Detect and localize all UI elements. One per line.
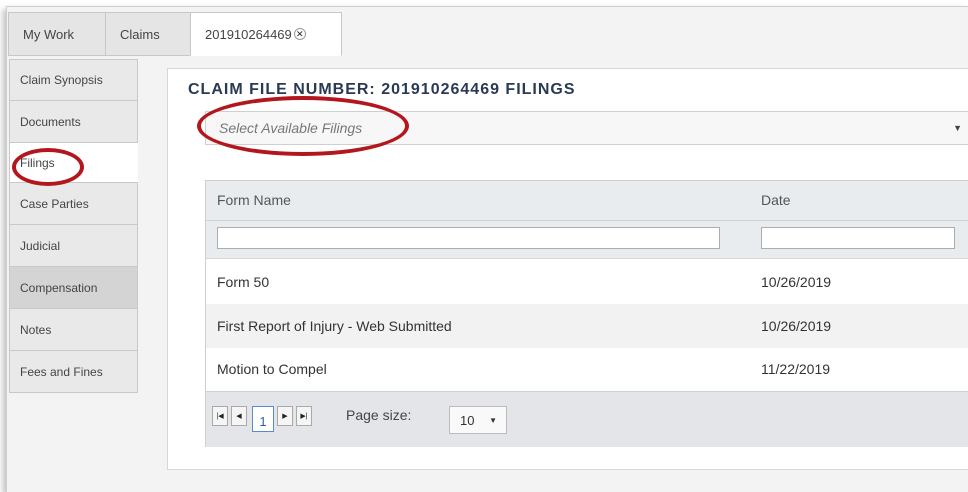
tab-my-work[interactable]: My Work [8,12,106,56]
column-header-date[interactable]: Date [761,192,791,208]
cell-date: 11/22/2019 [761,361,831,377]
form-name-filter-input[interactable] [217,227,720,249]
first-page-icon[interactable]: |◀ [212,406,228,426]
filter-row [206,221,968,259]
dropdown-placeholder: Select Available Filings [219,120,363,136]
date-filter-input[interactable] [761,227,955,249]
filings-grid: Form Name Date Form 50 10/26/2019 First … [205,180,968,447]
column-header-form-name[interactable]: Form Name [217,192,291,208]
sidebar-item-case-parties[interactable]: Case Parties [9,183,138,225]
tab-bar: My Work Claims 201910264469 ✕ [6,6,968,56]
tab-label: 201910264469 [205,26,292,42]
grid-header: Form Name Date [206,181,968,221]
sidebar-item-documents[interactable]: Documents [9,101,138,143]
claim-sidebar: Claim Synopsis Documents Filings Case Pa… [9,59,138,393]
sidebar-item-claim-synopsis[interactable]: Claim Synopsis [9,59,138,101]
caret-down-icon[interactable]: ▼ [953,123,962,133]
caret-down-icon[interactable]: ▼ [489,416,497,425]
page-size-select[interactable]: 10 ▼ [449,406,507,434]
page-title: CLAIM FILE NUMBER: 201910264469 FILINGS [188,81,576,98]
tab-claim-201910264469[interactable]: 201910264469 ✕ [190,12,342,56]
page-size-value: 10 [460,412,475,428]
sidebar-item-label: Case Parties [20,196,89,211]
sidebar-item-label: Judicial [20,238,61,253]
sidebar-item-label: Filings [20,155,55,170]
cell-date: 10/26/2019 [761,274,832,290]
close-icon[interactable]: ✕ [293,28,306,40]
sidebar-item-label: Documents [20,114,81,129]
cell-form-name: Form 50 [217,274,270,290]
tab-claims[interactable]: Claims [105,12,191,56]
sidebar-item-label: Claim Synopsis [20,73,103,87]
sidebar-item-filings[interactable]: Filings [9,143,138,183]
cell-date: 10/26/2019 [761,318,832,334]
sidebar-item-judicial[interactable]: Judicial [9,225,138,267]
sidebar-item-fees-and-fines[interactable]: Fees and Fines [9,351,138,393]
grid-pager: |◀ ◀ 1 ▶ ▶| Page size: 10 ▼ [206,391,968,447]
tab-label: My Work [23,26,75,42]
table-row[interactable]: Motion to Compel 11/22/2019 [206,347,968,391]
tab-label: Claims [120,26,160,42]
next-page-icon[interactable]: ▶ [277,406,293,426]
table-row[interactable]: First Report of Injury - Web Submitted 1… [206,304,968,348]
table-row[interactable]: Form 50 10/26/2019 [206,260,968,304]
page-size-label: Page size: [346,407,412,423]
sidebar-item-label: Compensation [20,280,98,295]
sidebar-item-compensation[interactable]: Compensation [9,267,138,309]
cell-form-name: First Report of Injury - Web Submitted [217,318,452,334]
prev-page-icon[interactable]: ◀ [231,406,247,426]
filings-dropdown[interactable]: Select Available Filings ▼ [205,111,968,145]
last-page-icon[interactable]: ▶| [296,406,312,426]
sidebar-item-label: Fees and Fines [20,364,103,379]
cell-form-name: Motion to Compel [217,361,327,377]
sidebar-item-label: Notes [20,322,52,337]
sidebar-item-notes[interactable]: Notes [9,309,138,351]
current-page-button[interactable]: 1 [252,406,274,432]
